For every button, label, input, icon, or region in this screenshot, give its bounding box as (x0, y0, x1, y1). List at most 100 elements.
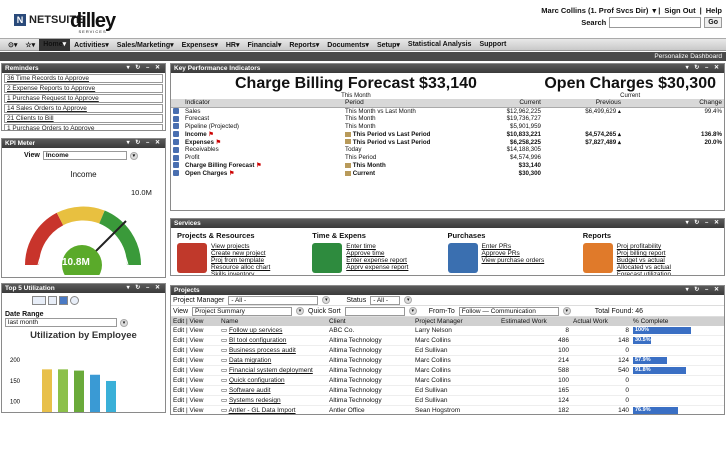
project-name-link[interactable]: Software audit (229, 387, 271, 394)
col-project-manager[interactable]: Project Manager (413, 317, 499, 326)
project-name-link[interactable]: BI tool configuration (229, 337, 286, 344)
portlet-controls-icon[interactable]: ▾ ↻ – ✕ (127, 139, 162, 148)
service-link[interactable]: Proj from template (211, 257, 270, 264)
chevron-down-icon[interactable]: ▾ (129, 151, 138, 160)
chevron-down-icon[interactable]: ▾ (408, 307, 417, 315)
chevron-down-icon[interactable]: ▾ (404, 296, 413, 304)
edit-link[interactable]: Edit (173, 347, 184, 354)
comment-icon[interactable]: ▭ (221, 377, 229, 384)
chevron-down-icon[interactable]: ▾ (296, 307, 305, 315)
line-chart-icon[interactable] (48, 296, 57, 305)
kpi-row-icon[interactable] (173, 107, 179, 114)
edit-link[interactable]: Edit (173, 407, 184, 414)
kpi-row-icon[interactable] (173, 115, 179, 122)
comment-icon[interactable]: ▭ (221, 337, 229, 344)
utilization-bar[interactable] (58, 369, 68, 412)
nav-support[interactable]: Support (475, 41, 510, 48)
portlet-controls-icon[interactable]: ▾ ↻ – ✕ (686, 286, 721, 295)
sign-out-link[interactable]: Sign Out (664, 6, 695, 15)
view-link[interactable]: View (190, 377, 204, 384)
service-link[interactable]: Approve PRs (482, 250, 545, 257)
project-name-link[interactable]: Business process audit (229, 347, 296, 354)
status-filter-select[interactable]: - All - (370, 295, 401, 305)
comment-icon[interactable]: ▭ (221, 397, 229, 404)
portlet-controls-icon[interactable]: ▾ ↻ – ✕ (127, 284, 162, 293)
search-input[interactable] (609, 17, 702, 28)
comment-icon[interactable]: ▭ (221, 367, 229, 374)
utilization-bar[interactable] (74, 370, 84, 412)
service-link[interactable]: Apprv expense report (346, 264, 408, 271)
utilization-bar[interactable] (106, 380, 116, 412)
project-name-link[interactable]: Antler - GL Data Import (229, 407, 296, 414)
user-name[interactable]: Marc Collins (1. Prof Svcs Dir) (541, 6, 648, 15)
chevron-down-icon[interactable]: ▾ (322, 296, 331, 304)
graph-icon[interactable] (345, 131, 351, 137)
pie-chart-icon[interactable] (70, 296, 79, 305)
view-link[interactable]: View (190, 347, 204, 354)
personalize-dashboard-link[interactable]: Personalize Dashboard (654, 53, 722, 60)
kpi-col-period[interactable]: Period (343, 99, 483, 108)
view-link[interactable]: View (190, 337, 204, 344)
kpi-col-previous[interactable]: Previous (543, 99, 623, 108)
from-to-select[interactable]: Follow — Communication (458, 306, 559, 316)
utilization-bar[interactable] (90, 374, 100, 412)
edit-link[interactable]: Edit (173, 387, 184, 394)
project-name-link[interactable]: Quick configuration (229, 377, 285, 384)
kpi-row-icon[interactable] (173, 131, 179, 138)
reminder-link[interactable]: 14 Sales Orders to Approve (4, 104, 163, 113)
kpi-row-icon[interactable] (173, 123, 179, 130)
kpi-row-icon[interactable] (173, 170, 179, 177)
nav-activities[interactable]: Activities▾ (70, 41, 113, 49)
view-link[interactable]: View (190, 357, 204, 364)
edit-link[interactable]: Edit (173, 397, 184, 404)
nav-expenses[interactable]: Expenses▾ (178, 41, 222, 49)
service-link[interactable]: Proj billing report (617, 250, 671, 257)
comment-icon[interactable]: ▭ (221, 407, 229, 414)
edit-link[interactable]: Edit (173, 367, 184, 374)
edit-link[interactable]: Edit (173, 337, 184, 344)
bar-chart-icon[interactable] (59, 296, 68, 305)
service-link[interactable]: Create new project (211, 250, 270, 257)
edit-link[interactable]: Edit (173, 327, 184, 334)
service-link[interactable]: Enter expense report (346, 257, 408, 264)
pm-filter-select[interactable]: - All - (228, 295, 319, 305)
view-link[interactable]: View (190, 407, 204, 414)
service-link[interactable]: Proj profitability (617, 243, 671, 250)
comment-icon[interactable]: ▭ (221, 357, 229, 364)
kpi-col-current[interactable]: Current (483, 99, 543, 108)
service-link[interactable]: Forecast utilization (617, 271, 671, 275)
reminder-link[interactable]: 1 Purchase Request to Approve (4, 94, 163, 103)
comment-icon[interactable]: ▭ (221, 387, 229, 394)
edit-link[interactable]: Edit (173, 377, 184, 384)
service-link[interactable]: Allocated vs actual (617, 264, 671, 271)
kpi-col-indicator[interactable]: Indicator (183, 99, 343, 108)
nav-documents[interactable]: Documents▾ (323, 41, 373, 49)
chevron-down-icon[interactable]: ▾ (562, 307, 571, 315)
col-name[interactable]: Name (219, 317, 327, 326)
kpi-col-change[interactable]: Change (623, 99, 724, 108)
service-link[interactable]: Skills inventory (211, 271, 270, 275)
nav-sales-marketing[interactable]: Sales/Marketing▾ (113, 41, 178, 49)
view-link[interactable]: View (190, 397, 204, 404)
nav-hr[interactable]: HR▾ (222, 41, 244, 49)
service-link[interactable]: Enter PRs (482, 243, 545, 250)
service-link[interactable]: Enter time (346, 243, 408, 250)
area-chart-icon[interactable] (32, 296, 46, 305)
view-link[interactable]: View (190, 327, 204, 334)
kpi-view-select[interactable]: Income (42, 151, 127, 160)
kpi-row-icon[interactable] (173, 138, 179, 145)
project-name-link[interactable]: Follow up services (229, 327, 282, 334)
nav-reports[interactable]: Reports▾ (285, 41, 323, 49)
graph-icon[interactable] (345, 170, 351, 176)
recent-icon[interactable]: ⊙▾ (4, 41, 21, 49)
date-range-select[interactable]: last month (5, 318, 117, 327)
col-percent-complete[interactable]: % Complete (631, 317, 724, 326)
reminder-link[interactable]: 21 Clients to Bill (4, 114, 163, 123)
kpi-row-icon[interactable] (173, 154, 179, 161)
service-link[interactable]: View purchase orders (482, 257, 545, 264)
reminder-link[interactable]: 36 Time Records to Approve (4, 74, 163, 83)
nav-statistical-analysis[interactable]: Statistical Analysis (404, 41, 476, 48)
search-go-button[interactable]: Go (704, 17, 722, 28)
nav-financial[interactable]: Financial▾ (243, 41, 285, 49)
kpi-row-icon[interactable] (173, 146, 179, 153)
